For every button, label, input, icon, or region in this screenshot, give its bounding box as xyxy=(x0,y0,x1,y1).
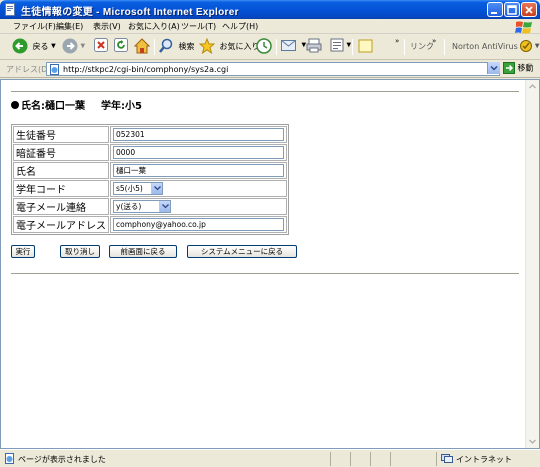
printer-icon xyxy=(306,38,322,53)
address-dropdown-button[interactable] xyxy=(487,62,500,74)
links-chevron-icon[interactable]: » xyxy=(432,37,436,45)
page-icon xyxy=(5,3,15,16)
intranet-zone-icon xyxy=(441,454,453,463)
status-text: ページが表示されました xyxy=(18,455,106,464)
home-icon xyxy=(134,38,150,54)
field-label-email-address: 電子メールアドレス xyxy=(13,216,109,233)
chevron-down-icon xyxy=(154,186,161,191)
chevron-down-icon xyxy=(162,204,169,209)
print-button[interactable] xyxy=(306,38,322,56)
menu-help[interactable]: ヘルプ(H) xyxy=(222,21,258,32)
top-divider xyxy=(11,91,519,93)
cancel-button[interactable]: 取り消し xyxy=(60,245,100,258)
table-row: 電子メール連絡 y(送る) xyxy=(13,198,287,215)
back-arrow-icon xyxy=(12,38,28,54)
vertical-scrollbar[interactable] xyxy=(525,80,539,448)
menu-tools[interactable]: ツール(T) xyxy=(181,21,216,32)
table-row: 氏名 樋口一葉 xyxy=(13,162,287,179)
student-number-input[interactable]: 052301 xyxy=(113,128,284,141)
refresh-button[interactable] xyxy=(114,38,128,56)
favorites-star-icon xyxy=(199,38,215,54)
minimize-button[interactable] xyxy=(487,2,503,17)
maximize-button[interactable] xyxy=(504,2,520,17)
field-label-pin: 暗証番号 xyxy=(13,144,109,161)
back-to-previous-button[interactable]: 前画面に戻る xyxy=(109,245,177,258)
system-menu-button[interactable]: システムメニューに戻る xyxy=(187,245,297,258)
menu-file[interactable]: ファイル(F) xyxy=(13,21,56,32)
pin-input[interactable]: 0000 xyxy=(113,146,284,159)
mail-icon xyxy=(281,40,296,51)
chevron-up-icon xyxy=(529,84,536,89)
address-bar: アドレス(D) http://stkpc2/cgi-bin/comphony/s… xyxy=(0,60,540,78)
messenger-button[interactable] xyxy=(358,38,374,56)
go-arrow-icon xyxy=(503,62,515,74)
windows-logo-icon xyxy=(515,21,532,34)
stop-button[interactable] xyxy=(94,38,108,56)
edit-button[interactable]: ▼ xyxy=(330,38,351,56)
field-label-email-notify: 電子メール連絡 xyxy=(13,198,109,215)
note-icon xyxy=(358,39,373,53)
menu-edit[interactable]: 編集(E) xyxy=(56,21,83,32)
scroll-up-button[interactable] xyxy=(526,80,539,93)
links-label[interactable]: リンク xyxy=(410,41,434,59)
maximize-icon xyxy=(507,5,517,15)
field-label-student-number: 生徒番号 xyxy=(13,126,109,143)
menu-view[interactable]: 表示(V) xyxy=(93,21,121,32)
edit-document-icon xyxy=(330,38,344,52)
search-button[interactable]: 検索 xyxy=(158,38,195,56)
page-icon xyxy=(50,64,59,75)
toolbar: 戻る ▼ ▼ 検索 お気に入り ▼ ▼ » リンク » Norton AntiV… xyxy=(0,34,540,60)
menu-favorites[interactable]: お気に入り(A) xyxy=(128,21,180,32)
grade-code-select[interactable]: s5(小5) xyxy=(113,182,163,195)
table-row: 学年コード s5(小5) xyxy=(13,180,287,197)
address-url: http://stkpc2/cgi-bin/comphony/sys2a.cgi xyxy=(63,65,229,74)
close-button[interactable] xyxy=(521,2,537,17)
table-row: 暗証番号 0000 xyxy=(13,144,287,161)
address-label: アドレス(D) xyxy=(6,65,51,74)
mail-button[interactable]: ▼ xyxy=(281,38,306,56)
refresh-icon xyxy=(114,38,128,52)
chevron-down-icon xyxy=(490,65,498,71)
chevron-down-icon xyxy=(529,439,536,444)
home-button[interactable] xyxy=(134,38,150,56)
history-icon xyxy=(256,38,272,54)
scroll-down-button[interactable] xyxy=(526,435,539,448)
title-bar: 生徒情報の変更 - Microsoft Internet Explorer xyxy=(0,0,540,19)
heading-grade: 学年:小5 xyxy=(101,101,142,112)
email-notify-select[interactable]: y(送る) xyxy=(113,200,171,213)
menu-bar: ファイル(F) 編集(E) 表示(V) お気に入り(A) ツール(T) ヘルプ(… xyxy=(0,19,540,34)
student-heading: 氏名:樋口一葉 学年:小5 xyxy=(11,97,142,112)
close-icon xyxy=(525,6,533,14)
back-dropdown-icon[interactable]: ▼ xyxy=(51,43,56,50)
history-button[interactable] xyxy=(256,38,272,56)
go-button[interactable]: 移動 xyxy=(503,62,534,74)
forward-arrow-icon xyxy=(62,38,78,54)
chevron-more-icon[interactable]: » xyxy=(395,37,399,45)
field-label-grade-code: 学年コード xyxy=(13,180,109,197)
favorites-button[interactable]: お気に入り xyxy=(199,38,260,56)
student-form-table: 生徒番号 052301 暗証番号 0000 氏名 樋口一葉 学年コード s5(小… xyxy=(11,124,289,235)
table-row: 生徒番号 052301 xyxy=(13,126,287,143)
status-bar: ページが表示されました イントラネット xyxy=(0,449,540,467)
page-content: 氏名:樋口一葉 学年:小5 生徒番号 052301 暗証番号 0000 氏名 樋口… xyxy=(0,79,540,449)
minimize-icon xyxy=(491,12,497,14)
window-title: 生徒情報の変更 - Microsoft Internet Explorer xyxy=(21,7,239,18)
heading-name: 氏名:樋口一葉 xyxy=(21,101,85,112)
search-icon xyxy=(159,38,173,53)
bullet-icon xyxy=(11,101,19,109)
zone-label: イントラネット xyxy=(456,455,512,464)
name-input[interactable]: 樋口一葉 xyxy=(113,164,284,177)
bottom-divider xyxy=(11,273,519,275)
norton-button[interactable]: Norton AntiVirus ▼ xyxy=(450,40,539,58)
address-input[interactable]: http://stkpc2/cgi-bin/comphony/sys2a.cgi xyxy=(46,62,500,76)
page-done-icon xyxy=(5,453,14,464)
stop-icon xyxy=(94,38,108,52)
submit-button[interactable]: 実行 xyxy=(11,245,35,258)
back-button[interactable]: 戻る ▼ xyxy=(12,38,56,56)
forward-button[interactable]: ▼ xyxy=(62,38,85,56)
email-address-input[interactable]: comphony@yahoo.co.jp xyxy=(113,218,284,231)
table-row: 電子メールアドレス comphony@yahoo.co.jp xyxy=(13,216,287,233)
norton-icon xyxy=(520,40,533,52)
field-label-name: 氏名 xyxy=(13,162,109,179)
